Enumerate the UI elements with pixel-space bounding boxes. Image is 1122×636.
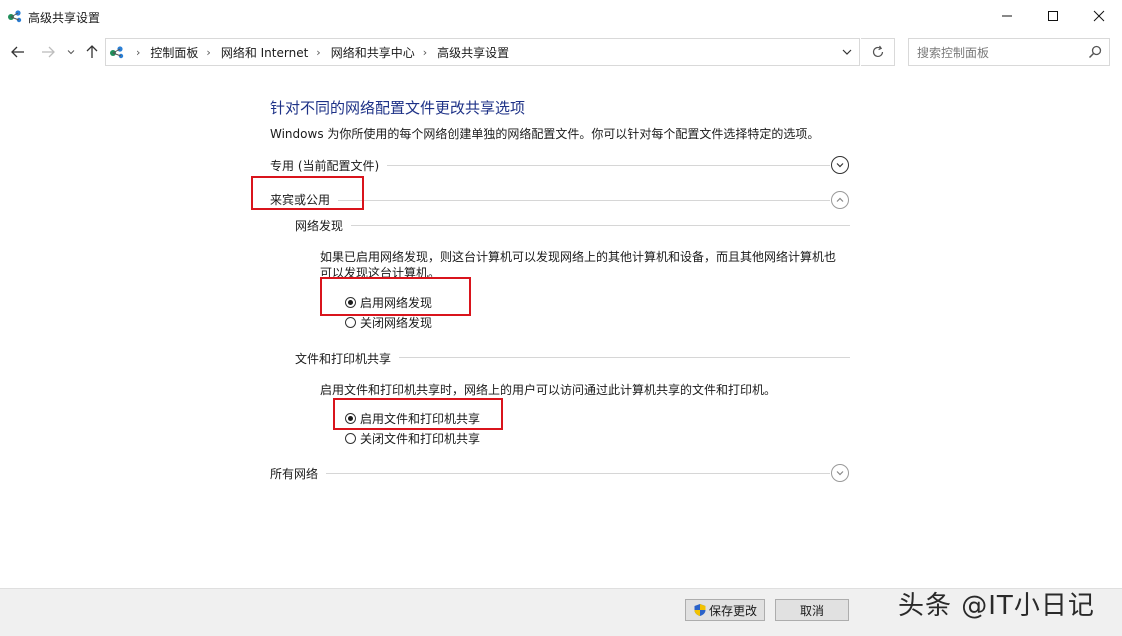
network-icon: [7, 8, 23, 24]
maximize-icon: [1048, 11, 1058, 21]
chevron-down-icon: [67, 50, 75, 55]
chevron-right-icon[interactable]: ›: [316, 46, 320, 59]
back-button[interactable]: [8, 40, 28, 64]
breadcrumb-item[interactable]: 高级共享设置: [437, 44, 509, 61]
search-box[interactable]: [908, 38, 1110, 66]
chevron-right-icon[interactable]: ›: [206, 46, 210, 59]
address-bar[interactable]: › 控制面板 › 网络和 Internet › 网络和共享中心 › 高级共享设置: [105, 38, 860, 66]
chevron-down-icon: [842, 49, 852, 55]
network-icon: [109, 44, 129, 60]
watermark: 头条 @IT小日记: [898, 591, 1095, 621]
radio-label[interactable]: 启用文件和打印机共享: [360, 410, 480, 427]
up-button[interactable]: [82, 40, 102, 64]
maximize-button[interactable]: [1030, 0, 1076, 32]
radio-label[interactable]: 启用网络发现: [360, 294, 432, 311]
save-changes-label: 保存更改: [708, 603, 757, 618]
search-input[interactable]: [915, 42, 1079, 64]
save-changes-button[interactable]: 保存更改: [685, 599, 765, 621]
divider: [270, 200, 830, 201]
file-printer-sharing-label: 文件和打印机共享: [295, 350, 400, 367]
recent-locations-button[interactable]: [64, 40, 78, 64]
radio-enable-network-discovery[interactable]: 启用网络发现: [345, 294, 432, 311]
collapse-guest-public-button[interactable]: [831, 191, 849, 209]
minimize-icon: [1002, 15, 1012, 17]
arrow-up-icon: [86, 45, 98, 58]
page-heading: 针对不同的网络配置文件更改共享选项: [270, 99, 526, 117]
radio-disable-file-printer-sharing[interactable]: 关闭文件和打印机共享: [345, 430, 480, 447]
radio-button[interactable]: [345, 317, 356, 328]
chevron-down-icon: [836, 163, 844, 168]
breadcrumb: › 控制面板 › 网络和 Internet › 网络和共享中心 › 高级共享设置: [128, 39, 509, 65]
radio-label[interactable]: 关闭文件和打印机共享: [360, 430, 480, 447]
radio-button[interactable]: [345, 433, 356, 444]
title-bar: 高级共享设置: [0, 0, 1122, 32]
expand-all-networks-button[interactable]: [831, 464, 849, 482]
radio-button-selected[interactable]: [345, 413, 356, 424]
search-icon[interactable]: [1087, 44, 1103, 60]
refresh-icon: [872, 45, 883, 58]
file-printer-sharing-text: 启用文件和打印机共享时，网络上的用户可以访问通过此计算机共享的文件和打印机。: [320, 383, 777, 397]
forward-button[interactable]: [38, 40, 58, 64]
network-discovery-text-line: 如果已启用网络发现，则这台计算机可以发现网络上的其他计算机和设备，而且其他网络计…: [320, 250, 837, 264]
network-discovery-text-line: 可以发现这台计算机。: [320, 266, 441, 280]
chevron-right-icon[interactable]: ›: [423, 46, 427, 59]
network-discovery-label: 网络发现: [295, 217, 352, 234]
breadcrumb-item[interactable]: 网络和 Internet: [221, 44, 308, 61]
expand-private-button[interactable]: [831, 156, 849, 174]
profile-private-label[interactable]: 专用 (当前配置文件): [270, 157, 388, 174]
profile-all-networks-label[interactable]: 所有网络: [270, 465, 327, 482]
radio-enable-file-printer-sharing[interactable]: 启用文件和打印机共享: [345, 410, 480, 427]
minimize-button[interactable]: [984, 0, 1030, 32]
close-icon: [1093, 10, 1105, 22]
address-dropdown-button[interactable]: [836, 39, 858, 65]
window-title: 高级共享设置: [28, 11, 101, 25]
chevron-right-icon: ›: [136, 45, 141, 59]
cancel-button[interactable]: 取消: [775, 599, 849, 621]
breadcrumb-item[interactable]: 控制面板: [150, 44, 198, 61]
radio-disable-network-discovery[interactable]: 关闭网络发现: [345, 314, 432, 331]
radio-label[interactable]: 关闭网络发现: [360, 314, 432, 331]
arrow-right-icon: [42, 46, 55, 58]
radio-button-selected[interactable]: [345, 297, 356, 308]
profile-guest-public-label[interactable]: 来宾或公用: [270, 191, 339, 208]
divider: [295, 225, 850, 226]
uac-shield-icon: [694, 604, 706, 616]
breadcrumb-item[interactable]: 网络和共享中心: [331, 44, 415, 61]
refresh-button[interactable]: [861, 38, 895, 66]
page-description: Windows 为你所使用的每个网络创建单独的网络配置文件。你可以针对每个配置文…: [270, 127, 820, 141]
network-discovery-text: 如果已启用网络发现，则这台计算机可以发现网络上的其他计算机和设备，而且其他网络计…: [320, 249, 836, 281]
chevron-down-icon: [836, 471, 844, 476]
close-button[interactable]: [1076, 0, 1122, 32]
arrow-left-icon: [11, 46, 24, 58]
divider: [270, 473, 830, 474]
chevron-up-icon: [836, 197, 844, 202]
